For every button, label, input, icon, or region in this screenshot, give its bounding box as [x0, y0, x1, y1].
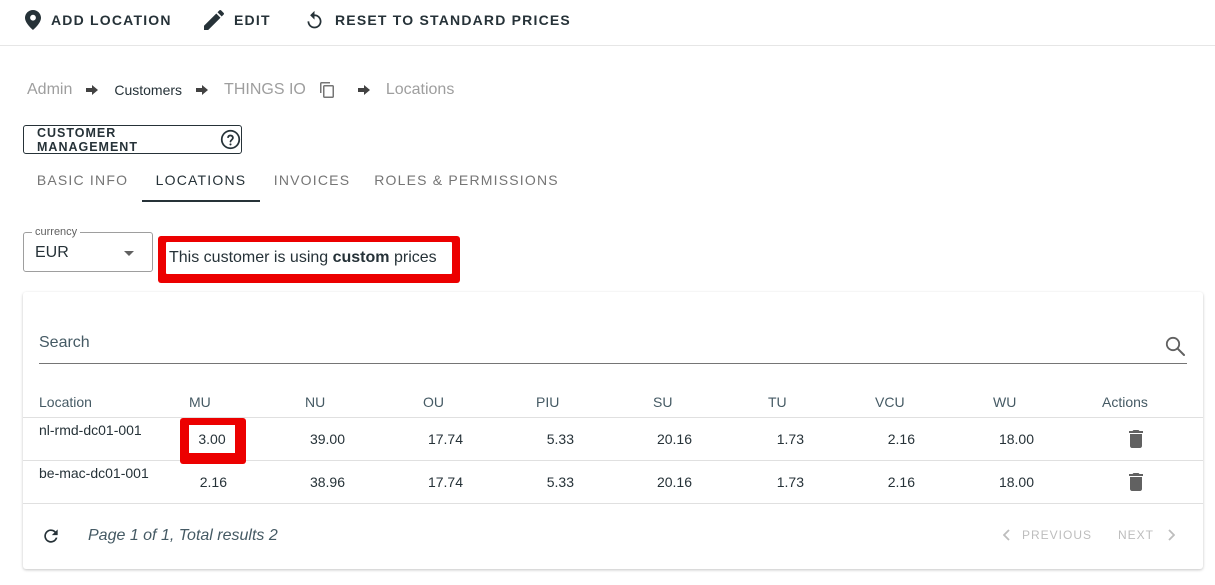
breadcrumb-customer: THINGS IO [224, 81, 306, 98]
table-row[interactable]: be-mac-dc01-001 2.16 38.96 17.74 5.33 20… [23, 461, 1203, 504]
currency-label: currency [32, 226, 81, 238]
column-header[interactable]: WU [993, 394, 1016, 410]
breadcrumb-customers[interactable]: Customers [114, 82, 182, 98]
caret-down-icon [124, 251, 134, 256]
value-cell: 18.00 [998, 474, 1034, 490]
tab-basic-info[interactable]: BASIC INFO [23, 158, 142, 202]
column-header[interactable]: NU [305, 394, 325, 410]
chevron-right-icon [1168, 529, 1176, 541]
customer-management-button[interactable]: CUSTOMER MANAGEMENT [23, 125, 242, 154]
breadcrumb-locations: Locations [385, 81, 455, 98]
location-cell: be-mac-dc01-001 [39, 465, 149, 481]
help-icon[interactable] [220, 129, 241, 150]
column-header[interactable]: MU [189, 394, 211, 410]
table-header: Location MU NU OU PIU SU TU VCU WU Actio… [23, 388, 1203, 418]
column-header[interactable]: Location [39, 394, 92, 410]
trash-icon[interactable] [1129, 430, 1143, 453]
value-cell: 2.16 [199, 474, 227, 490]
tab-label: BASIC INFO [36, 172, 129, 188]
breadcrumb-admin[interactable]: Admin [27, 81, 72, 99]
locations-card: Location MU NU OU PIU SU TU VCU WU Actio… [23, 292, 1203, 569]
tab-label: LOCATIONS [155, 172, 247, 188]
search-icon[interactable] [1165, 336, 1185, 361]
search-input[interactable] [39, 334, 1139, 352]
chevron-left-icon [1003, 529, 1010, 541]
column-header: Actions [1102, 394, 1148, 410]
value-cell: 38.96 [309, 474, 345, 490]
tab-locations[interactable]: LOCATIONS [142, 158, 260, 202]
arrow-right-icon [196, 85, 209, 95]
mu-value-highlight: 3.00 [180, 418, 246, 464]
column-header[interactable]: SU [653, 394, 672, 410]
edit-label: EDIT [234, 12, 271, 28]
value-cell: 17.74 [427, 431, 463, 447]
value-cell: 39.00 [309, 431, 345, 447]
arrow-right-icon [86, 85, 99, 95]
value-cell: 5.33 [546, 431, 574, 447]
next-label: NEXT [1118, 528, 1155, 542]
arrow-right-icon [357, 85, 370, 95]
location-cell: nl-rmd-dc01-001 [39, 422, 142, 438]
tab-bar: BASIC INFO LOCATIONS INVOICES ROLES & PE… [23, 158, 569, 202]
value-cell: 1.73 [776, 431, 804, 447]
toolbar: ADD LOCATION EDIT RESET TO STANDARD PRIC… [0, 0, 1215, 46]
currency-value: EUR [35, 244, 69, 261]
reset-prices-button[interactable]: RESET TO STANDARD PRICES [304, 0, 571, 40]
notice-prefix: This customer is using [169, 249, 333, 266]
value-cell: 1.73 [776, 474, 804, 490]
value-cell: 20.16 [656, 474, 692, 490]
refresh-icon[interactable] [41, 526, 61, 551]
previous-label: PREVIOUS [1022, 528, 1093, 542]
reset-prices-label: RESET TO STANDARD PRICES [335, 12, 571, 28]
column-header[interactable]: OU [423, 394, 444, 410]
previous-page-button[interactable]: PREVIOUS [1003, 528, 1092, 542]
page-info: Page 1 of 1, Total results 2 [88, 527, 278, 544]
column-header[interactable]: VCU [875, 394, 905, 410]
breadcrumb: Admin Customers THINGS IO Locations [27, 80, 454, 100]
custom-prices-notice: This customer is using custom prices [166, 242, 452, 274]
next-page-button[interactable]: NEXT [1118, 528, 1176, 542]
map-pin-icon [25, 10, 41, 30]
value-cell: 18.00 [998, 431, 1034, 447]
reset-icon [304, 10, 325, 31]
value-cell: 20.16 [656, 431, 692, 447]
notice-suffix: prices [389, 249, 437, 266]
pencil-icon [204, 10, 224, 30]
value-cell: 3.00 [189, 425, 235, 453]
custom-prices-highlight: This customer is using custom prices [158, 236, 460, 283]
customer-management-label: CUSTOMER MANAGEMENT [37, 125, 138, 154]
notice-emphasis: custom [332, 249, 390, 266]
value-cell: 2.16 [887, 474, 915, 490]
search-field[interactable] [39, 322, 1187, 364]
tab-label: INVOICES [273, 172, 351, 188]
tab-invoices[interactable]: INVOICES [260, 158, 364, 202]
tab-roles-permissions[interactable]: ROLES & PERMISSIONS [364, 158, 569, 202]
edit-button[interactable]: EDIT [204, 0, 271, 40]
value-cell: 17.74 [427, 474, 463, 490]
copy-icon[interactable] [319, 82, 334, 98]
currency-select[interactable]: currency EUR [23, 226, 153, 272]
value-cell: 2.16 [887, 431, 915, 447]
value-cell: 5.33 [546, 474, 574, 490]
add-location-button[interactable]: ADD LOCATION [25, 0, 172, 40]
column-header[interactable]: TU [768, 394, 787, 410]
add-location-label: ADD LOCATION [51, 12, 172, 28]
tab-label: ROLES & PERMISSIONS [374, 172, 559, 188]
pagination: Page 1 of 1, Total results 2 PREVIOUS NE… [23, 504, 1203, 569]
column-header[interactable]: PIU [536, 394, 559, 410]
trash-icon[interactable] [1129, 473, 1143, 496]
